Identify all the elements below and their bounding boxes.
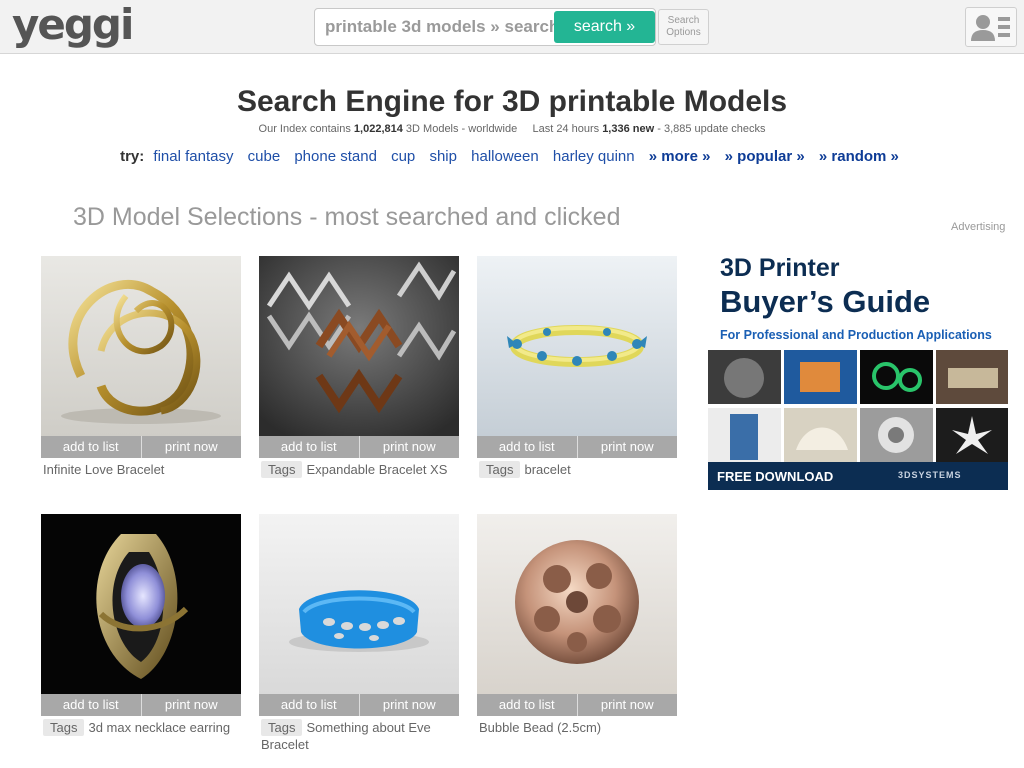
model-caption: Tags bracelet [477,461,677,478]
model-thumbnail[interactable] [477,514,677,694]
last-24-suffix: - 3,885 update checks [657,123,766,135]
user-profile-icon [971,15,1010,41]
last-24-new: 1,336 new [602,123,655,135]
page-title: Search Engine for 3D printable Models [236,85,788,118]
ad-headline-2: Buyer’s Guide [720,284,931,319]
index-count: 1,022,814 [353,123,403,135]
tags-badge: Tags [261,719,303,736]
search-box: search » [314,8,656,46]
print-now-button[interactable]: print now [358,694,459,716]
print-now-button[interactable]: print now [576,436,677,458]
model-card: add to list print now Bubble Bead (2.5cm… [477,514,677,736]
try-link-harley-quinn[interactable]: harley quinn [553,148,635,165]
model-card: add to list print now Tags Expandable Bra… [259,256,459,478]
add-to-list-button[interactable]: add to list [477,436,577,458]
ad-banner[interactable]: 3D Printer Buyer’s Guide For Professiona… [708,240,1008,490]
popular-link[interactable]: » popular » [725,148,805,165]
search-options-button[interactable]: Search Options [658,9,709,45]
add-to-list-button[interactable]: add to list [41,694,141,716]
add-to-list-button[interactable]: add to list [259,436,359,458]
tags-badge: Tags [479,461,521,478]
last-24-prefix: Last 24 hours [532,123,600,135]
model-card: add to list print now Tags Something abou… [259,514,459,753]
model-card: add to list print now Tags bracelet [477,256,677,478]
ad-headline-1: 3D Printer [720,254,840,282]
tags-badge: Tags [261,461,303,478]
card-actions: add to list print now [259,436,459,458]
ad-brand-logo: 3DSYSTEMS [898,470,962,480]
index-prefix: Our Index contains [258,123,351,135]
tags-badge: Tags [43,719,85,736]
search-button[interactable]: search » [554,11,655,43]
user-account-button[interactable] [965,7,1017,47]
model-card: add to list print now Tags 3d max necklac… [41,514,241,736]
card-actions: add to list print now [41,694,241,716]
print-now-button[interactable]: print now [576,694,677,716]
ad-subline: For Professional and Production Applicat… [720,328,992,342]
model-thumbnail[interactable] [259,514,459,694]
card-actions: add to list print now [477,436,677,458]
ad-cta: FREE DOWNLOAD [717,469,834,484]
model-thumbnail[interactable] [259,256,459,436]
try-link-cube[interactable]: cube [248,148,281,165]
try-link-phone-stand[interactable]: phone stand [294,148,377,165]
add-to-list-button[interactable]: add to list [259,694,359,716]
yeggi-logo[interactable]: yeggi [12,2,134,48]
model-name-link[interactable]: bracelet [524,462,570,477]
search-options-line2: Options [666,27,701,38]
more-link[interactable]: » more » [649,148,711,165]
model-caption: Tags 3d max necklace earring [41,719,241,736]
search-input[interactable] [315,9,555,45]
selections-heading: 3D Model Selections - most searched and … [73,203,621,231]
model-thumbnail[interactable] [41,256,241,436]
model-caption: Tags Something about Eve Bracelet [259,719,459,753]
try-link-cup[interactable]: cup [391,148,415,165]
try-link-ship[interactable]: ship [429,148,457,165]
model-caption: Tags Expandable Bracelet XS [259,461,459,478]
card-actions: add to list print now [477,694,677,716]
try-suggestions: try: final fantasy cube phone stand cup … [0,148,1024,165]
model-name-link[interactable]: Bubble Bead (2.5cm) [479,720,601,735]
model-name-link[interactable]: Expandable Bracelet XS [306,462,447,477]
random-link[interactable]: » random » [819,148,899,165]
card-actions: add to list print now [41,436,241,458]
ad-photo-grid [708,350,1008,462]
search-options-line1: Search [667,15,700,26]
model-caption: Bubble Bead (2.5cm) [477,719,677,736]
advertising-label: Advertising [951,221,1006,233]
model-card: add to list print now Infinite Love Brac… [41,256,241,478]
card-actions: add to list print now [259,694,459,716]
try-link-final-fantasy[interactable]: final fantasy [153,148,233,165]
index-stats: Our Index contains 1,022,814 3D Models -… [0,123,1024,135]
add-to-list-button[interactable]: add to list [477,694,577,716]
try-link-halloween[interactable]: halloween [471,148,539,165]
model-thumbnail[interactable] [41,514,241,694]
print-now-button[interactable]: print now [140,436,241,458]
add-to-list-button[interactable]: add to list [41,436,141,458]
model-name-link[interactable]: 3d max necklace earring [88,720,230,735]
model-thumbnail[interactable] [477,256,677,436]
model-caption: Infinite Love Bracelet [41,461,241,478]
try-label: try: [120,148,145,165]
print-now-button[interactable]: print now [358,436,459,458]
index-suffix: 3D Models - worldwide [405,123,518,135]
print-now-button[interactable]: print now [140,694,241,716]
model-name-link[interactable]: Infinite Love Bracelet [43,462,164,477]
